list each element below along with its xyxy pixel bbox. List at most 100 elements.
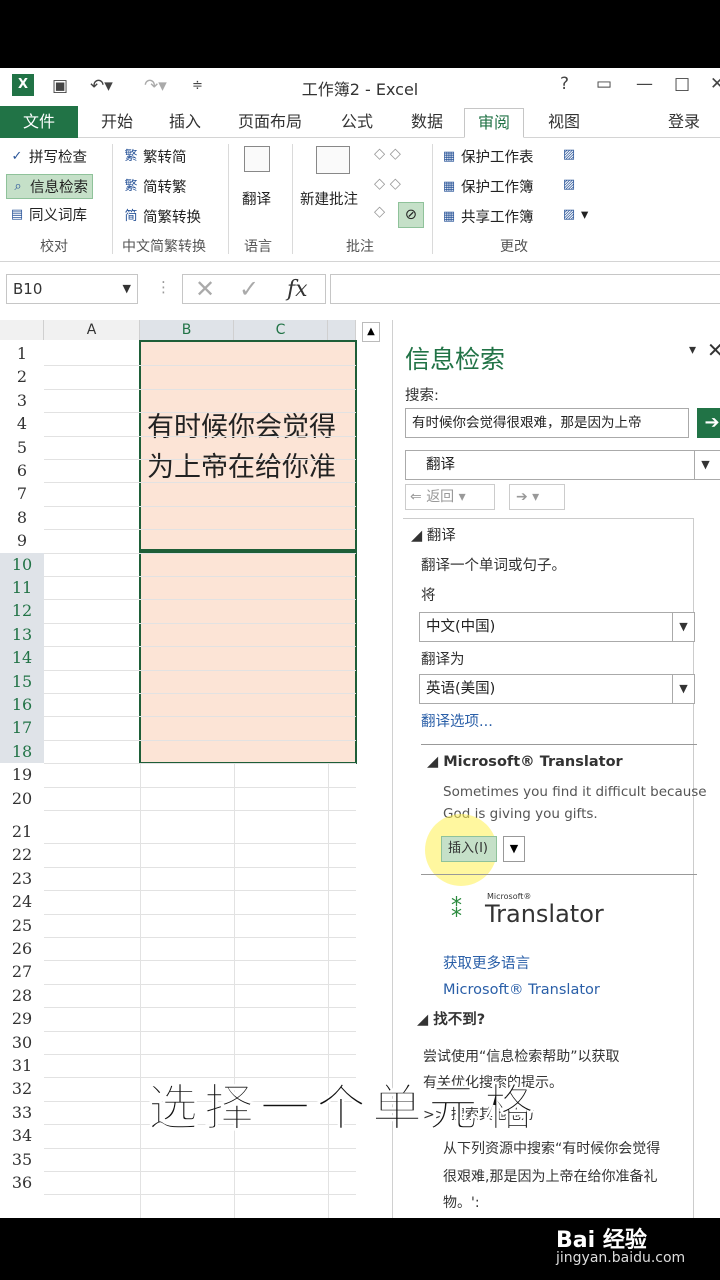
- row-header[interactable]: 18: [0, 739, 44, 764]
- scroll-up-button[interactable]: ▲: [362, 322, 380, 342]
- translate-button[interactable]: 翻译: [242, 188, 271, 209]
- service-select[interactable]: 翻译 ▼: [405, 450, 720, 480]
- row-header[interactable]: 5: [0, 436, 44, 459]
- row-header[interactable]: 16: [0, 693, 44, 717]
- row-header[interactable]: 13: [0, 622, 44, 647]
- help-button[interactable]: ?: [560, 74, 569, 94]
- row-header[interactable]: 9: [0, 529, 44, 552]
- row-header[interactable]: 28: [0, 984, 44, 1007]
- row-header[interactable]: 14: [0, 646, 44, 670]
- ms-translator-link[interactable]: Microsoft® Translator: [443, 982, 600, 998]
- row-header[interactable]: 33: [0, 1101, 44, 1124]
- prev-comment-icon[interactable]: ◇ ◇: [374, 176, 401, 192]
- tab-review[interactable]: 审阅: [464, 108, 524, 138]
- cancel-icon[interactable]: ✕: [195, 275, 215, 303]
- row-header[interactable]: 34: [0, 1124, 44, 1147]
- pane-scrollbar[interactable]: [693, 518, 713, 1218]
- translation-options-link[interactable]: 翻译选项...: [421, 710, 493, 731]
- from-language-select[interactable]: 中文(中国) ▼: [419, 612, 695, 642]
- row-header[interactable]: 22: [0, 843, 44, 866]
- row-header[interactable]: 15: [0, 669, 44, 693]
- row-header[interactable]: 24: [0, 890, 44, 913]
- delete-comment-icon[interactable]: ◇ ◇: [374, 146, 401, 162]
- row-header[interactable]: 19: [0, 763, 44, 786]
- search-input[interactable]: 有时候你会觉得很艰难，那是因为上帝: [405, 408, 689, 438]
- row-header[interactable]: 3: [0, 389, 44, 412]
- row-header[interactable]: 27: [0, 960, 44, 983]
- row-header[interactable]: 23: [0, 867, 44, 890]
- thesaurus-icon: ▤: [10, 206, 24, 222]
- tab-file[interactable]: 文件: [0, 106, 78, 138]
- column-header-b[interactable]: B: [140, 320, 234, 340]
- insert-function-button[interactable]: fx: [287, 277, 308, 302]
- chinese-conversion-button[interactable]: 简简繁转换: [122, 206, 201, 227]
- row-header[interactable]: 29: [0, 1007, 44, 1030]
- allow-edit-ranges-icon[interactable]: ▨: [560, 176, 581, 194]
- row-header[interactable]: 35: [0, 1148, 44, 1171]
- to-language-select[interactable]: 英语(美国) ▼: [419, 674, 695, 704]
- tab-page-layout[interactable]: 页面布局: [228, 108, 312, 138]
- row-header[interactable]: 31: [0, 1054, 44, 1077]
- row-header[interactable]: 2: [0, 365, 44, 388]
- select-all-corner[interactable]: [0, 320, 44, 340]
- next-comment-icon[interactable]: ◇: [374, 204, 385, 220]
- show-ink-icon[interactable]: ⊘: [398, 202, 424, 228]
- pane-close-icon[interactable]: ✕: [707, 338, 720, 362]
- merged-cell-b1[interactable]: 有时候你会觉得 为上帝在给你准: [139, 340, 357, 551]
- protect-share-icon[interactable]: ▨: [560, 146, 581, 164]
- ribbon-display-icon[interactable]: ▭: [596, 74, 612, 94]
- row-header[interactable]: 12: [0, 599, 44, 623]
- more-languages-link[interactable]: 获取更多语言: [443, 952, 530, 973]
- forward-button[interactable]: ➔ ▾: [509, 484, 565, 510]
- maximize-icon[interactable]: □: [674, 74, 690, 94]
- trad-to-simp-button[interactable]: 繁繁转简: [122, 146, 186, 167]
- row-header[interactable]: 30: [0, 1031, 44, 1054]
- name-box[interactable]: B10 ▼: [6, 274, 138, 304]
- column-header-c[interactable]: C: [234, 320, 328, 340]
- other-sources-line2: 很艰难,那是因为上帝在给你准备礼: [443, 1169, 658, 1185]
- row-header[interactable]: 1: [0, 342, 44, 365]
- row-header[interactable]: 36: [0, 1171, 44, 1194]
- grid-line: [44, 459, 356, 460]
- enter-icon[interactable]: ✓: [239, 275, 259, 303]
- protect-sheet-button[interactable]: ▦ 保护工作表: [440, 146, 534, 167]
- minimize-icon[interactable]: —: [636, 74, 653, 94]
- selected-cell-b10[interactable]: [139, 551, 357, 764]
- column-header-d[interactable]: [328, 320, 356, 340]
- spelling-button[interactable]: ✓ 拼写检查: [8, 146, 87, 167]
- column-header-a[interactable]: A: [44, 320, 140, 340]
- tab-insert[interactable]: 插入: [158, 108, 212, 138]
- tab-home[interactable]: 开始: [90, 108, 144, 138]
- tab-view[interactable]: 视图: [536, 108, 592, 138]
- simp-to-trad-button[interactable]: 繁简转繁: [122, 176, 186, 197]
- close-icon[interactable]: ✕: [710, 74, 720, 94]
- ribbon: ✓ 拼写检查 ⌕ 信息检索 ▤ 同义词库 校对 繁繁转简 繁简转繁 简简繁转换 中文简…: [0, 138, 720, 262]
- insert-dropdown-icon[interactable]: ▼: [503, 836, 525, 862]
- pane-options-icon[interactable]: ▾: [689, 342, 696, 358]
- row-header[interactable]: 17: [0, 716, 44, 740]
- row-header[interactable]: 4: [0, 412, 44, 435]
- row-header[interactable]: 10: [0, 552, 44, 576]
- row-header[interactable]: 6: [0, 459, 44, 482]
- share-workbook-button[interactable]: ▦ 共享工作簿: [440, 206, 534, 227]
- row-header[interactable]: 20: [0, 787, 44, 810]
- tab-formulas[interactable]: 公式: [330, 108, 384, 138]
- row-header[interactable]: 26: [0, 937, 44, 960]
- insert-button[interactable]: 插入(I): [441, 836, 497, 862]
- thesaurus-button[interactable]: ▤ 同义词库: [8, 204, 87, 225]
- track-changes-icon[interactable]: ▨ ▾: [560, 206, 588, 224]
- protect-workbook-button[interactable]: ▦ 保护工作簿: [440, 176, 534, 197]
- research-button[interactable]: ⌕ 信息检索: [6, 174, 93, 199]
- new-comment-button[interactable]: 新建批注: [300, 188, 358, 209]
- row-header[interactable]: 11: [0, 576, 44, 600]
- row-header[interactable]: 32: [0, 1077, 44, 1100]
- signin-link[interactable]: 登录: [656, 108, 712, 138]
- row-header[interactable]: 21: [0, 820, 44, 843]
- row-header[interactable]: 8: [0, 506, 44, 529]
- formula-input[interactable]: [330, 274, 720, 304]
- row-header[interactable]: 25: [0, 914, 44, 937]
- row-header[interactable]: 7: [0, 482, 44, 505]
- tab-data[interactable]: 数据: [400, 108, 454, 138]
- back-button[interactable]: ⇐ 返回 ▾: [405, 484, 495, 510]
- search-go-button[interactable]: ➔: [697, 408, 720, 438]
